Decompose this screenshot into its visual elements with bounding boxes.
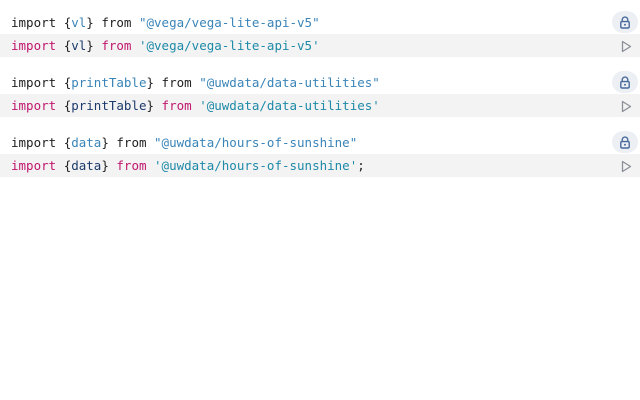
output-from: from bbox=[101, 15, 132, 30]
output-keyword: import bbox=[11, 135, 57, 150]
lock-icon bbox=[620, 135, 630, 149]
cell-input[interactable]: import {printTable} from '@uwdata/data-u… bbox=[0, 94, 640, 117]
output-brace-close: } bbox=[146, 75, 155, 90]
output-from: from bbox=[161, 75, 192, 90]
output-source: "@uwdata/data-utilities" bbox=[199, 75, 380, 90]
output-from: from bbox=[116, 135, 147, 150]
input-from: from bbox=[161, 98, 192, 113]
cell-input[interactable]: import {data} from '@uwdata/hours-of-sun… bbox=[0, 154, 640, 177]
input-brace-close: } bbox=[146, 98, 155, 113]
input-identifier: vl bbox=[71, 38, 87, 53]
output-identifier: printTable bbox=[71, 75, 147, 90]
input-from: from bbox=[101, 38, 132, 53]
lock-button[interactable] bbox=[612, 131, 638, 153]
input-keyword: import bbox=[11, 158, 57, 173]
notebook-cell: import {printTable} from "@uwdata/data-u… bbox=[0, 71, 640, 117]
input-keyword: import bbox=[11, 38, 57, 53]
run-cell-button[interactable] bbox=[616, 96, 636, 116]
notebook-cell: import {data} from "@uwdata/hours-of-sun… bbox=[0, 131, 640, 177]
output-source: "@vega/vega-lite-api-v5" bbox=[138, 15, 320, 30]
output-identifier: data bbox=[71, 135, 102, 150]
lock-button[interactable] bbox=[612, 11, 638, 33]
output-brace-close: } bbox=[86, 15, 94, 30]
play-icon bbox=[621, 40, 632, 52]
input-terminator: ; bbox=[357, 158, 365, 173]
cell-output: import {vl} from "@vega/vega-lite-api-v5… bbox=[0, 11, 640, 34]
input-identifier: data bbox=[71, 158, 102, 173]
lock-button[interactable] bbox=[612, 71, 638, 93]
run-cell-button[interactable] bbox=[616, 156, 636, 176]
input-source: '@vega/vega-lite-api-v5' bbox=[138, 38, 320, 53]
output-keyword: import bbox=[11, 15, 57, 30]
input-source: '@uwdata/hours-of-sunshine' bbox=[154, 158, 358, 173]
input-brace-close: } bbox=[86, 38, 94, 53]
output-brace-close: } bbox=[101, 135, 109, 150]
play-icon bbox=[621, 100, 632, 112]
input-keyword: import bbox=[11, 98, 57, 113]
input-identifier: printTable bbox=[71, 98, 147, 113]
lock-icon bbox=[620, 75, 630, 89]
lock-icon bbox=[620, 15, 630, 29]
output-source: "@uwdata/hours-of-sunshine" bbox=[154, 135, 358, 150]
notebook-cell: import {vl} from "@vega/vega-lite-api-v5… bbox=[0, 11, 640, 57]
output-keyword: import bbox=[11, 75, 57, 90]
play-icon bbox=[621, 160, 632, 172]
input-source: '@uwdata/data-utilities' bbox=[199, 98, 380, 113]
cell-input[interactable]: import {vl} from '@vega/vega-lite-api-v5… bbox=[0, 34, 640, 57]
output-identifier: vl bbox=[71, 15, 87, 30]
input-from: from bbox=[116, 158, 147, 173]
run-cell-button[interactable] bbox=[616, 36, 636, 56]
cell-output: import {data} from "@uwdata/hours-of-sun… bbox=[0, 131, 640, 154]
cell-output: import {printTable} from "@uwdata/data-u… bbox=[0, 71, 640, 94]
input-brace-close: } bbox=[101, 158, 109, 173]
